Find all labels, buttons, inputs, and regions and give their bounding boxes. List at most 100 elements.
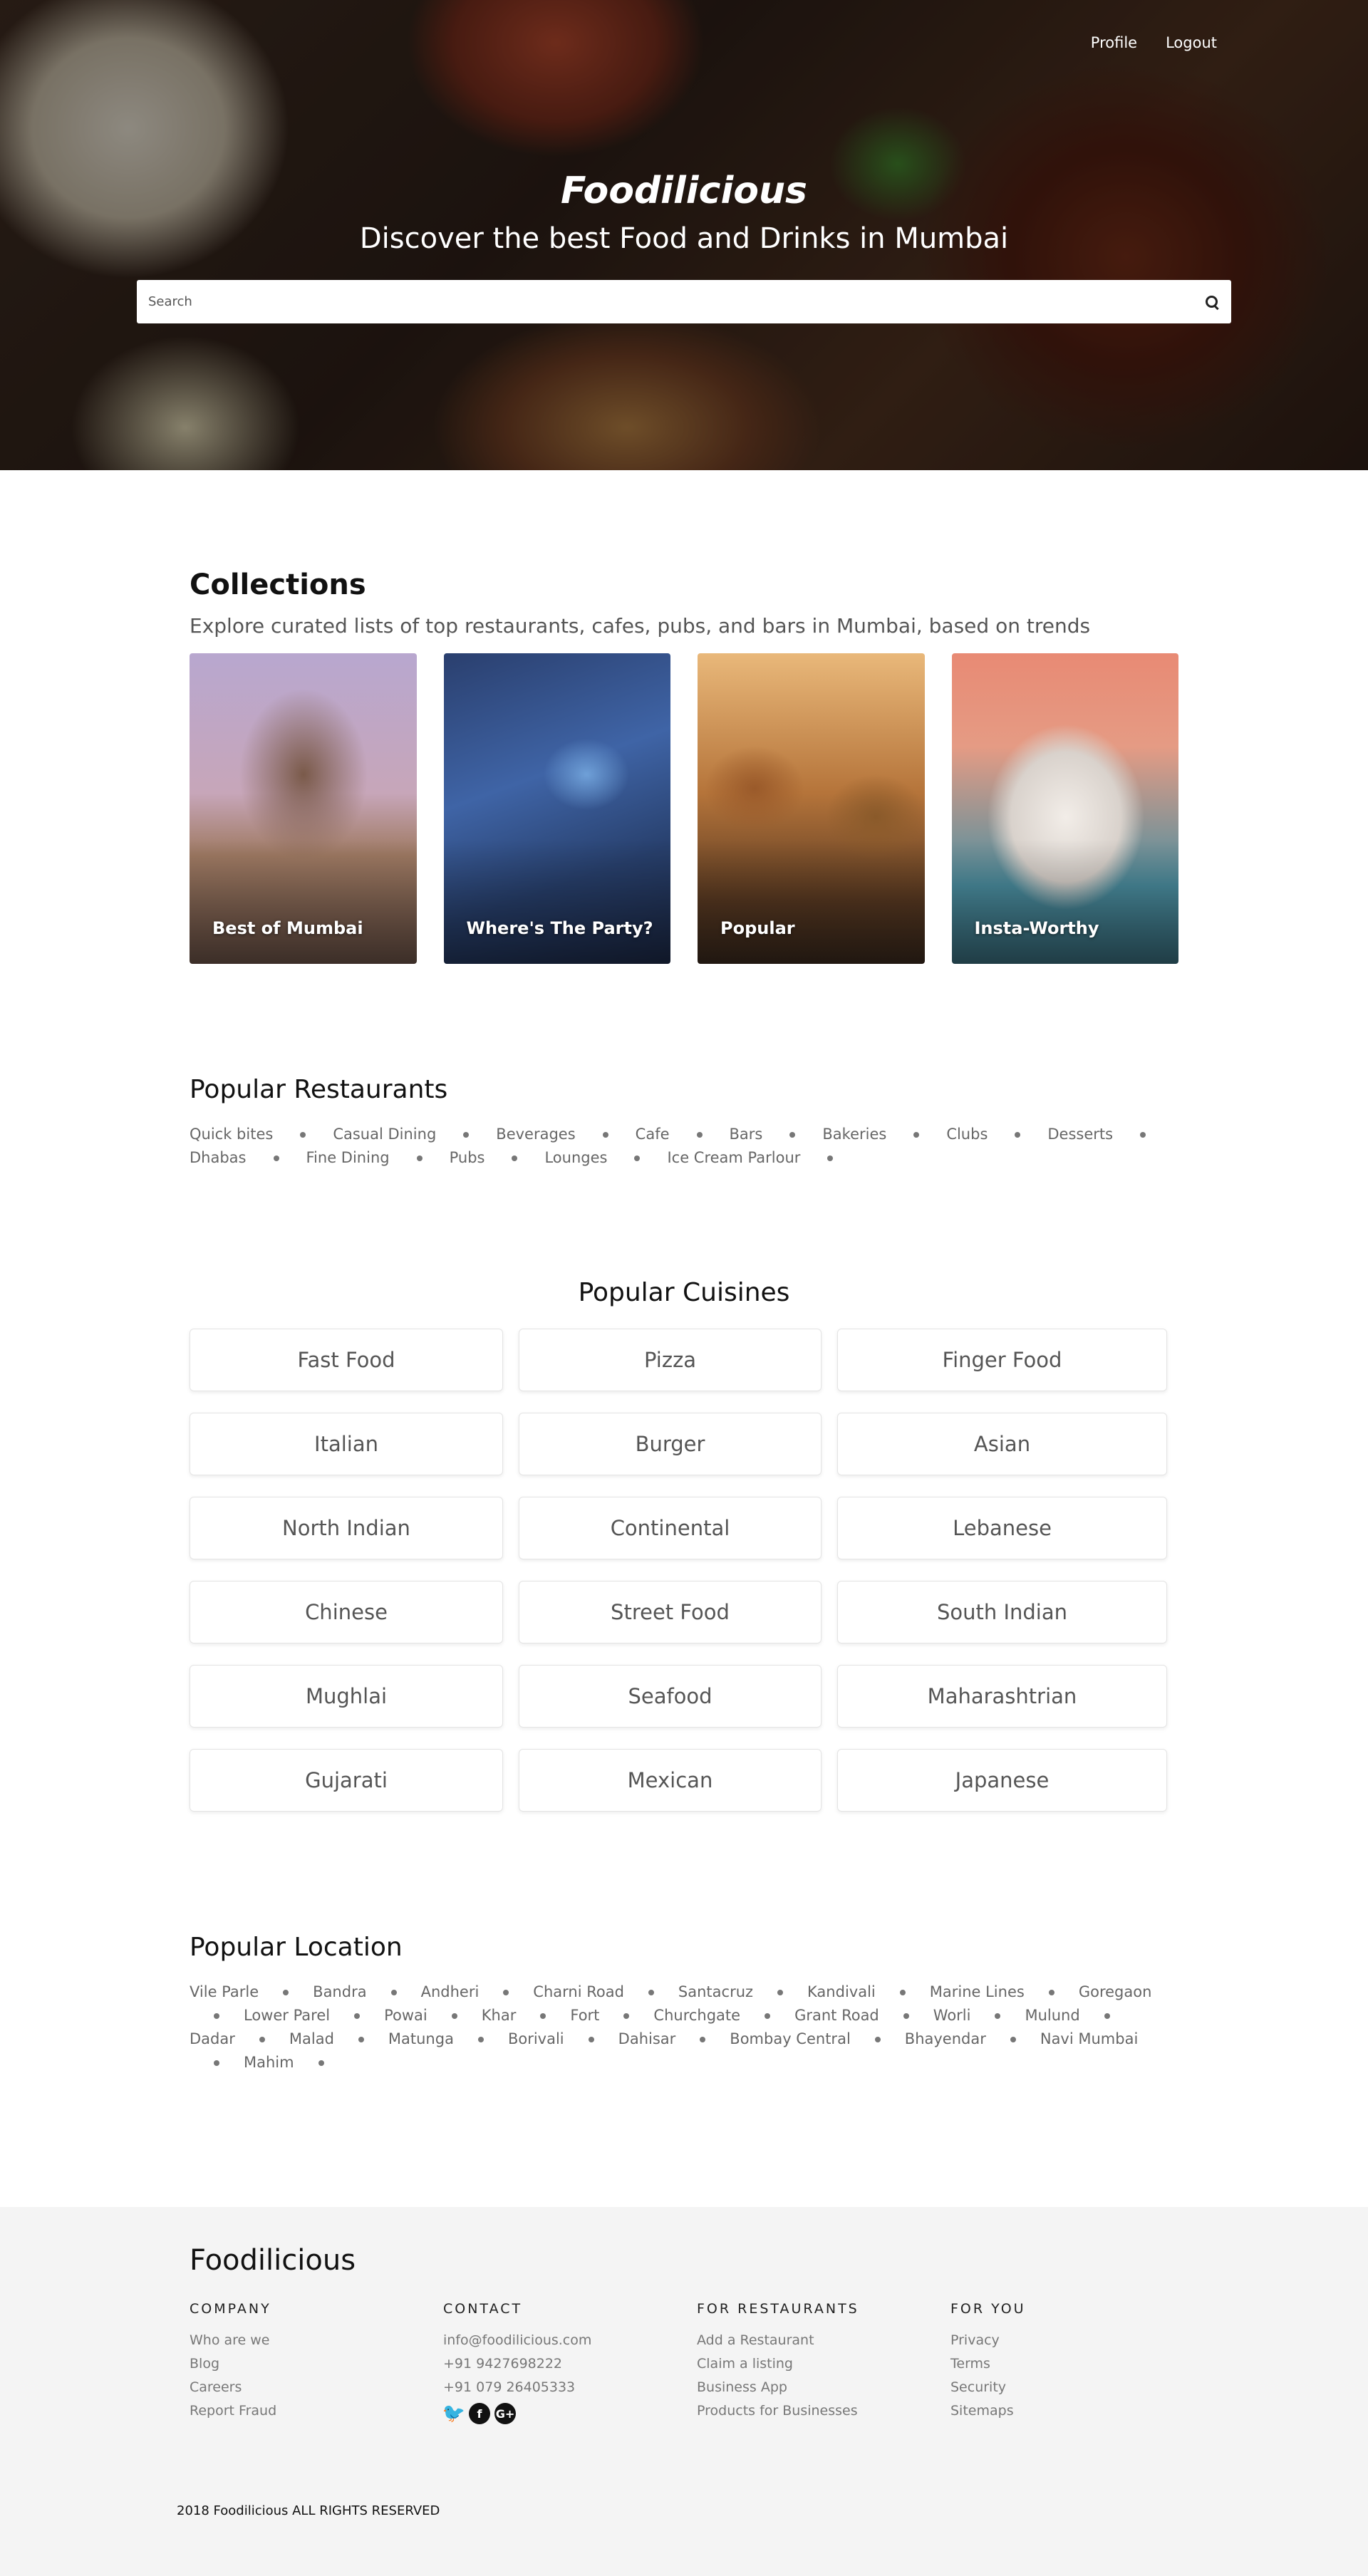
location-link[interactable]: Malad [289, 2030, 334, 2047]
bullet-separator [789, 1132, 796, 1138]
popular-cuisines-title: Popular Cuisines [578, 1278, 790, 1307]
cuisine-button[interactable]: North Indian [190, 1497, 503, 1559]
bullet-separator [899, 1990, 906, 1995]
footer-link[interactable]: Business App [697, 2379, 950, 2395]
cuisine-button[interactable]: South Indian [837, 1581, 1167, 1643]
twitter-icon[interactable]: 🐦 [442, 2403, 465, 2424]
cuisine-button[interactable]: Street Food [519, 1581, 822, 1643]
location-link[interactable]: Worli [933, 2007, 971, 2024]
footer-link[interactable]: Sitemaps [950, 2403, 1204, 2419]
cuisine-button[interactable]: Lebanese [837, 1497, 1167, 1559]
location-link[interactable]: Grant Road [794, 2007, 879, 2024]
footer-link[interactable]: Who are we [190, 2332, 443, 2348]
footer-link[interactable]: Products for Businesses [697, 2403, 950, 2419]
location-link[interactable]: Charni Road [533, 1983, 624, 2000]
facebook-icon[interactable]: f [469, 2403, 490, 2424]
location-link[interactable]: Kandivali [807, 1983, 876, 2000]
location-link[interactable]: Bhayendar [905, 2030, 986, 2047]
restaurant-type-link[interactable]: Pubs [450, 1149, 485, 1166]
cuisine-button[interactable]: Maharashtrian [837, 1665, 1167, 1728]
bullet-separator [214, 2013, 219, 2019]
contact-email[interactable]: info@foodilicious.com [443, 2332, 697, 2348]
location-link[interactable]: Mahim [244, 2054, 294, 2071]
cuisine-button[interactable]: Continental [519, 1497, 822, 1559]
footer-link[interactable]: Blog [190, 2356, 443, 2372]
location-link[interactable]: Khar [482, 2007, 517, 2024]
google-plus-icon[interactable]: G+ [494, 2403, 516, 2424]
location-link[interactable]: Borivali [508, 2030, 564, 2047]
restaurant-type-link[interactable]: Casual Dining [333, 1126, 436, 1143]
location-link[interactable]: Lower Parel [244, 2007, 330, 2024]
hero-subtitle: Discover the best Food and Drinks in Mum… [359, 222, 1009, 255]
restaurant-type-link[interactable]: Bars [730, 1126, 763, 1143]
cuisine-button[interactable]: Pizza [519, 1329, 822, 1391]
contact-phone[interactable]: +91 079 26405333 [443, 2379, 697, 2395]
cuisine-button[interactable]: Mexican [519, 1749, 822, 1812]
restaurant-type-link[interactable]: Ice Cream Parlour [667, 1149, 800, 1166]
cuisine-button[interactable]: Asian [837, 1413, 1167, 1475]
search-input[interactable] [148, 294, 1204, 309]
collection-card-party[interactable]: Where's The Party? [443, 653, 670, 964]
cuisine-button[interactable]: Gujarati [190, 1749, 503, 1812]
footer-link[interactable]: Terms [950, 2356, 1204, 2372]
footer-link[interactable]: Claim a listing [697, 2356, 950, 2372]
location-link[interactable]: Churchgate [653, 2007, 740, 2024]
cuisine-button[interactable]: Italian [190, 1413, 503, 1475]
collection-card-best-of-mumbai[interactable]: Best of Mumbai [190, 653, 417, 964]
footer-link[interactable]: Report Fraud [190, 2403, 443, 2419]
location-link[interactable]: Matunga [388, 2030, 454, 2047]
profile-link[interactable]: Profile [1091, 34, 1137, 51]
restaurant-type-link[interactable]: Bakeries [822, 1126, 886, 1143]
bullet-separator [634, 1155, 641, 1161]
collection-card-insta-worthy[interactable]: Insta-Worthy [951, 653, 1178, 964]
location-link[interactable]: Marine Lines [930, 1983, 1025, 2000]
footer-heading: CONTACT [443, 2301, 523, 2317]
footer-link[interactable]: Security [950, 2379, 1204, 2395]
logout-link[interactable]: Logout [1166, 34, 1217, 51]
restaurant-type-link[interactable]: Desserts [1047, 1126, 1113, 1143]
location-link[interactable]: Bandra [313, 1983, 366, 2000]
location-link[interactable]: Dadar [190, 2030, 235, 2047]
location-link[interactable]: Goregaon [1079, 1983, 1152, 2000]
cuisine-button[interactable]: Mughlai [190, 1665, 503, 1728]
footer-heading: FOR RESTAURANTS [697, 2301, 859, 2317]
cuisine-button[interactable]: Fast Food [190, 1329, 503, 1391]
restaurant-type-link[interactable]: Clubs [946, 1126, 988, 1143]
bullet-separator [1140, 1132, 1146, 1138]
location-link[interactable]: Powai [384, 2007, 428, 2024]
popular-cuisines-section: Popular Cuisines Fast Food Pizza Finger Fo… [190, 1278, 1178, 1812]
footer-link[interactable]: Privacy [950, 2332, 1204, 2348]
cuisine-button[interactable]: Seafood [519, 1665, 822, 1728]
location-link[interactable]: Fort [570, 2007, 599, 2024]
restaurant-type-link[interactable]: Beverages [496, 1126, 575, 1143]
collection-card-popular[interactable]: Popular [698, 653, 925, 964]
location-link[interactable]: Dahisar [618, 2030, 676, 2047]
cuisine-button[interactable]: Japanese [837, 1749, 1167, 1812]
location-link[interactable]: Navi Mumbai [1040, 2030, 1138, 2047]
location-link[interactable]: Andheri [421, 1983, 480, 2000]
collections-title: Collections [190, 568, 366, 601]
footer-link[interactable]: Careers [190, 2379, 443, 2395]
location-link[interactable]: Mulund [1025, 2007, 1079, 2024]
bullet-separator [318, 2060, 324, 2066]
bullet-separator [602, 1132, 608, 1138]
bullet-separator [827, 1155, 834, 1161]
cuisine-button[interactable]: Finger Food [837, 1329, 1167, 1391]
hero-banner: Profile Logout Foodilicious Discover the… [0, 0, 1368, 470]
bullet-separator [512, 1155, 518, 1161]
restaurant-type-link[interactable]: Quick bites [190, 1126, 273, 1143]
search-icon[interactable] [1204, 294, 1220, 310]
cuisine-button[interactable]: Chinese [190, 1581, 503, 1643]
footer-link[interactable]: Add a Restaurant [697, 2332, 950, 2348]
restaurant-type-link[interactable]: Lounges [544, 1149, 607, 1166]
contact-phone[interactable]: +91 9427698222 [443, 2356, 697, 2372]
location-link[interactable]: Vile Parle [190, 1983, 259, 2000]
restaurant-type-link[interactable]: Fine Dining [306, 1149, 390, 1166]
cuisine-button[interactable]: Burger [519, 1413, 822, 1475]
location-link[interactable]: Bombay Central [730, 2030, 850, 2047]
cuisine-grid: Fast Food Pizza Finger Food Italian Burger As… [190, 1329, 1178, 1812]
restaurant-type-link[interactable]: Cafe [636, 1126, 670, 1143]
location-link[interactable]: Santacruz [678, 1983, 753, 2000]
bullet-separator [623, 2013, 630, 2019]
restaurant-type-link[interactable]: Dhabas [190, 1149, 247, 1166]
